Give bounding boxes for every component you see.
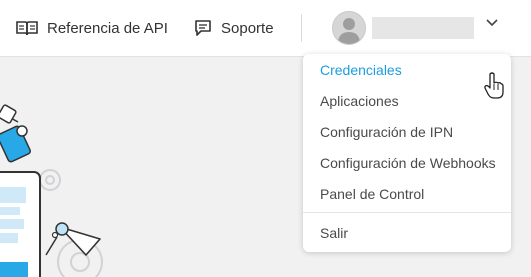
avatar-icon [332,11,366,45]
support-link[interactable]: Soporte [194,0,274,56]
chevron-down-icon[interactable] [485,16,499,30]
menu-item-webhooks-settings[interactable]: Configuración de Webhooks [303,148,511,179]
menu-item-credentials[interactable]: Credenciales [303,55,511,86]
header-divider [301,14,302,42]
user-dropdown-menu: Credenciales Aplicaciones Configuración … [303,54,511,252]
book-icon [16,21,38,36]
api-reference-label: Referencia de API [47,19,168,37]
user-menu-button[interactable] [332,10,474,46]
menu-item-ipn-settings[interactable]: Configuración de IPN [303,117,511,148]
menu-divider [303,212,511,213]
hand-pointer-cursor-icon [484,72,504,99]
menu-item-logout[interactable]: Salir [303,218,511,249]
menu-item-applications[interactable]: Aplicaciones [303,86,511,117]
chat-icon [195,20,211,36]
api-reference-link[interactable]: Referencia de API [16,0,168,56]
support-label: Soporte [221,19,274,37]
user-name-redacted [372,17,474,39]
top-navigation-bar: Referencia de API Soporte [0,0,531,57]
menu-item-control-panel[interactable]: Panel de Control [303,179,511,210]
background-illustration [0,104,103,277]
